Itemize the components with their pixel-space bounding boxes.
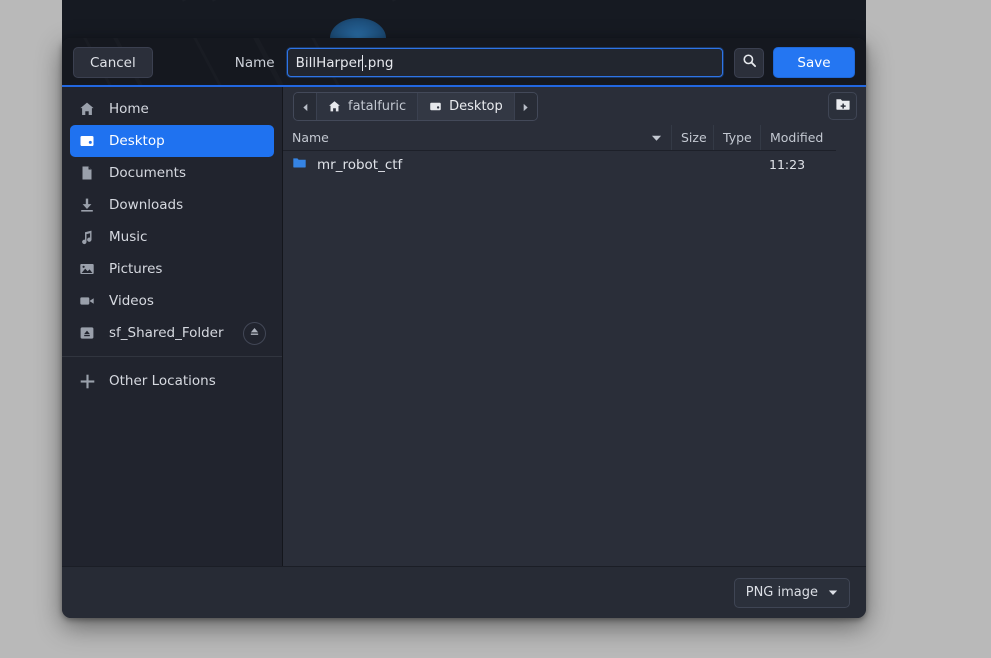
sidebar-item-home[interactable]: Home [70,93,274,125]
sidebar-item-label: sf_Shared_Folder [109,325,224,341]
filename-field-label: Name [234,54,275,71]
breadcrumb-item-fatalfuric[interactable]: fatalfuric [317,92,418,120]
column-header-modified[interactable]: Modified [760,125,836,150]
breadcrumb-item-label: fatalfuric [348,98,407,114]
column-header-size-label: Size [681,130,707,145]
desktop-icon [78,132,96,150]
file-type-filter-label: PNG image [745,585,818,600]
breadcrumb-back-button[interactable] [294,92,317,120]
desktop-icon [429,100,442,113]
music-note-icon [78,228,96,246]
file-name-label: mr_robot_ctf [317,156,403,173]
file-modified-cell: 11:23 [769,157,806,172]
filename-input-text-before-caret: BillHarper [295,54,363,71]
sidebar-item-videos[interactable]: Videos [70,285,274,317]
places-sidebar: Home Desktop Documents Downloads Music P… [62,87,283,566]
search-button[interactable] [734,47,764,78]
sidebar-item-desktop[interactable]: Desktop [70,125,274,157]
sidebar-item-label: Music [109,229,148,245]
plus-icon [78,372,96,390]
sidebar-item-downloads[interactable]: Downloads [70,189,274,221]
breadcrumb-forward-button[interactable] [513,92,537,120]
picture-icon [78,260,96,278]
sidebar-item-music[interactable]: Music [70,221,274,253]
dialog-headerbar: Cancel Name BillHarper .png Save [62,38,866,87]
save-button[interactable]: Save [773,47,855,78]
search-icon [742,53,757,72]
filename-input-text-after-caret: .png [363,54,394,71]
sidebar-item-label: Desktop [109,133,165,149]
column-header-type-label: Type [723,130,752,145]
file-browser-pane: fatalfuric Desktop Name Size Type Modifi… [283,87,866,566]
sidebar-item-label: Pictures [109,261,163,277]
file-type-filter-dropdown[interactable]: PNG image [733,577,850,608]
save-file-dialog: Cancel Name BillHarper .png Save Home De… [62,38,866,618]
sidebar-item-documents[interactable]: Documents [70,157,274,189]
eject-icon [249,325,260,341]
sidebar-separator [62,356,282,357]
sort-descending-icon [651,134,662,142]
create-folder-button[interactable] [828,92,857,120]
filename-input[interactable]: BillHarper .png [286,48,723,77]
video-camera-icon [78,292,96,310]
chevron-left-icon [301,97,310,116]
sidebar-item-label: Videos [109,293,154,309]
sidebar-item-other-locations[interactable]: Other Locations [70,365,274,397]
save-button-label: Save [797,54,831,71]
eject-button[interactable] [243,321,266,345]
column-header-name-label: Name [292,130,329,145]
sidebar-item-sf-shared-folder[interactable]: sf_Shared_Folder [70,317,274,349]
column-header-type[interactable]: Type [713,125,760,150]
chevron-down-icon [828,585,838,600]
folder-icon [292,155,307,174]
home-icon [328,100,341,113]
file-list-header: Name Size Type Modified [283,125,836,151]
drive-icon [78,324,96,342]
breadcrumb: fatalfuric Desktop [293,91,538,121]
sidebar-item-label: Downloads [109,197,184,213]
column-header-modified-label: Modified [770,130,824,145]
sidebar-item-label: Other Locations [109,373,216,389]
file-name-cell: mr_robot_ctf [283,155,671,174]
column-header-size[interactable]: Size [671,125,713,150]
sidebar-item-label: Home [109,101,149,117]
cancel-button-label: Cancel [90,54,136,71]
chevron-right-icon [521,97,530,116]
document-icon [78,164,96,182]
dialog-body: Home Desktop Documents Downloads Music P… [62,87,866,566]
file-list[interactable]: Name Size Type Modified mr_robot_ctf 11:… [283,125,836,566]
pathbar-row: fatalfuric Desktop [283,87,866,125]
sidebar-item-pictures[interactable]: Pictures [70,253,274,285]
breadcrumb-item-desktop[interactable]: Desktop [417,92,514,120]
table-row[interactable]: mr_robot_ctf 11:23 [283,151,836,178]
sidebar-item-label: Documents [109,165,186,181]
dialog-action-bar: PNG image [62,566,866,618]
download-icon [78,196,96,214]
breadcrumb-item-label: Desktop [449,98,503,114]
column-header-name[interactable]: Name [283,125,671,150]
cancel-button[interactable]: Cancel [73,47,153,78]
new-folder-icon [835,96,851,116]
home-icon [78,100,96,118]
